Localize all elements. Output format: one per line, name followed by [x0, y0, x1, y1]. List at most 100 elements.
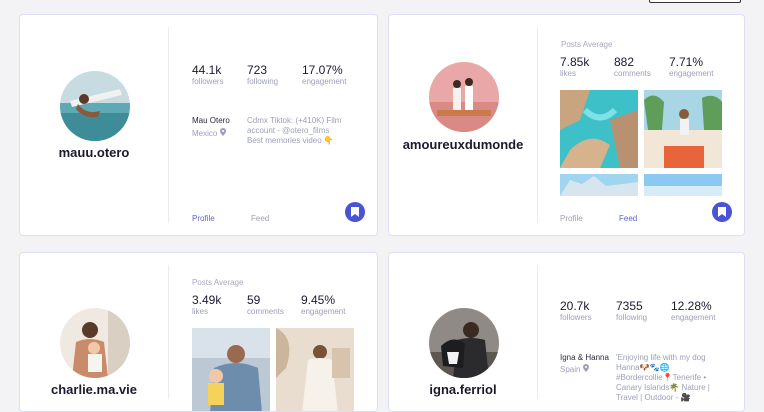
bio-line: Cdmx Tiktok: (+410K) Film — [247, 116, 342, 125]
stat-likes: 7.85k likes — [560, 55, 589, 79]
stat-following: 7355 following — [616, 299, 647, 323]
stat-label: followers — [560, 313, 592, 322]
stat-label: engagement — [302, 77, 347, 86]
avatar[interactable] — [60, 71, 130, 141]
stat-engagement: 17.07% engagement — [302, 63, 346, 87]
stat-followers: 44.1k followers — [192, 63, 224, 87]
profile-details: Posts Average 3.49k likes 59 comments 9.… — [169, 253, 377, 411]
top-action-button[interactable] — [649, 0, 741, 3]
stat-value: 59 — [247, 293, 261, 307]
location-pin-icon — [582, 364, 589, 374]
post-image — [192, 328, 270, 411]
post-image — [644, 174, 722, 196]
avatar[interactable] — [60, 308, 130, 378]
username[interactable]: charlie.ma.vie — [30, 382, 158, 397]
stat-value: 723 — [247, 63, 268, 77]
bio-line: Hanna🐶🐾🌐 — [616, 363, 670, 372]
post-thumbnail[interactable] — [276, 328, 354, 411]
stat-value: 9.45% — [301, 293, 336, 307]
stat-value: 7.85k — [560, 55, 590, 69]
stat-likes: 3.49k likes — [192, 293, 221, 317]
profile-summary: charlie.ma.vie — [20, 253, 168, 411]
profile-card-charlie-ma-vie: charlie.ma.vie Posts Average 3.49k likes… — [19, 252, 378, 412]
save-button[interactable] — [345, 202, 365, 222]
stat-value: 3.49k — [192, 293, 222, 307]
bookmark-icon — [718, 207, 726, 217]
avatar[interactable] — [429, 62, 499, 132]
stat-comments: 882 comments — [614, 55, 651, 79]
post-image — [560, 174, 638, 196]
bio-line: 'Enjoying life with my dog — [616, 353, 706, 362]
username[interactable]: amoureuxdumonde — [399, 137, 527, 152]
stat-label: likes — [560, 69, 577, 78]
bio-line: Best memories video 👇 — [247, 136, 334, 145]
stat-value: 7355 — [616, 299, 643, 313]
stat-engagement: 9.45% engagement — [301, 293, 345, 317]
stat-value: 12.28% — [671, 299, 712, 313]
profile-card-amoureuxdumonde: amoureuxdumonde Posts Average 7.85k like… — [388, 14, 745, 236]
stat-label: likes — [192, 307, 209, 316]
bio-line: #Bordercollie📍Tenerife • — [616, 373, 707, 382]
owner-name: Mau Otero — [192, 116, 230, 125]
save-button[interactable] — [712, 202, 732, 222]
location-text: Spain — [560, 365, 581, 374]
stat-label: engagement — [301, 307, 346, 316]
profile-summary: amoureuxdumonde — [389, 15, 537, 235]
post-image — [644, 90, 722, 168]
bio: 'Enjoying life with my dog Hanna🐶🐾🌐 #Bor… — [616, 353, 710, 403]
post-image — [560, 90, 638, 168]
avatar-image — [429, 308, 499, 378]
avatar-image — [429, 62, 499, 132]
stat-value: 20.7k — [560, 299, 590, 313]
stat-label: followers — [192, 77, 224, 86]
profile-summary: igna.ferriol — [389, 253, 537, 411]
post-thumbnail[interactable] — [644, 174, 722, 196]
bio-line: Canary Islands🌴 Nature | — [616, 383, 710, 392]
avatar-image — [60, 308, 130, 378]
tab-feed[interactable]: Feed — [251, 214, 269, 223]
avatar-image — [60, 71, 130, 141]
stat-label: engagement — [669, 69, 714, 78]
tab-feed[interactable]: Feed — [619, 214, 637, 223]
stat-engagement: 7.71% engagement — [669, 55, 713, 79]
stat-comments: 59 comments — [247, 293, 284, 317]
stat-value: 7.71% — [669, 55, 704, 69]
section-title: Posts Average — [561, 40, 613, 49]
owner-name: Igna & Hanna — [560, 353, 609, 362]
stat-value: 17.07% — [302, 63, 343, 77]
section-title: Posts Average — [192, 278, 244, 287]
profile-card-mauu-otero: mauu.otero 44.1k followers 723 following… — [19, 14, 378, 236]
username[interactable]: igna.ferriol — [399, 382, 527, 397]
post-image — [276, 328, 354, 411]
stat-label: following — [616, 313, 648, 322]
stat-label: comments — [614, 69, 651, 78]
profile-details: 20.7k followers 7355 following 12.28% en… — [538, 253, 744, 411]
profile-details: Posts Average 7.85k likes 882 comments 7… — [538, 15, 744, 235]
tab-profile[interactable]: Profile — [560, 214, 583, 223]
post-thumbnail[interactable] — [644, 90, 722, 168]
bio: Cdmx Tiktok: (+410K) Film account - @ote… — [247, 116, 341, 146]
post-thumbnail[interactable] — [560, 90, 638, 168]
location: Mexico — [192, 128, 226, 139]
bookmark-icon — [351, 207, 359, 217]
stat-followers: 20.7k followers — [560, 299, 592, 323]
username[interactable]: mauu.otero — [30, 145, 158, 160]
profile-summary: mauu.otero — [20, 15, 168, 235]
stat-engagement: 12.28% engagement — [671, 299, 715, 323]
profile-details: 44.1k followers 723 following 17.07% eng… — [169, 15, 377, 235]
stat-value: 882 — [614, 55, 635, 69]
stat-label: comments — [247, 307, 284, 316]
location-pin-icon — [219, 128, 226, 138]
stat-value: 44.1k — [192, 63, 222, 77]
location: Spain — [560, 364, 589, 375]
tab-profile[interactable]: Profile — [192, 214, 215, 223]
profile-card-igna-ferriol: igna.ferriol 20.7k followers 7355 follow… — [388, 252, 745, 412]
bio-line: account - @otero_films — [247, 126, 330, 135]
avatar[interactable] — [429, 308, 499, 378]
stat-label: following — [247, 77, 279, 86]
location-text: Mexico — [192, 129, 218, 138]
post-thumbnail[interactable] — [560, 174, 638, 196]
stat-label: engagement — [671, 313, 716, 322]
stat-following: 723 following — [247, 63, 278, 87]
post-thumbnail[interactable] — [192, 328, 270, 411]
